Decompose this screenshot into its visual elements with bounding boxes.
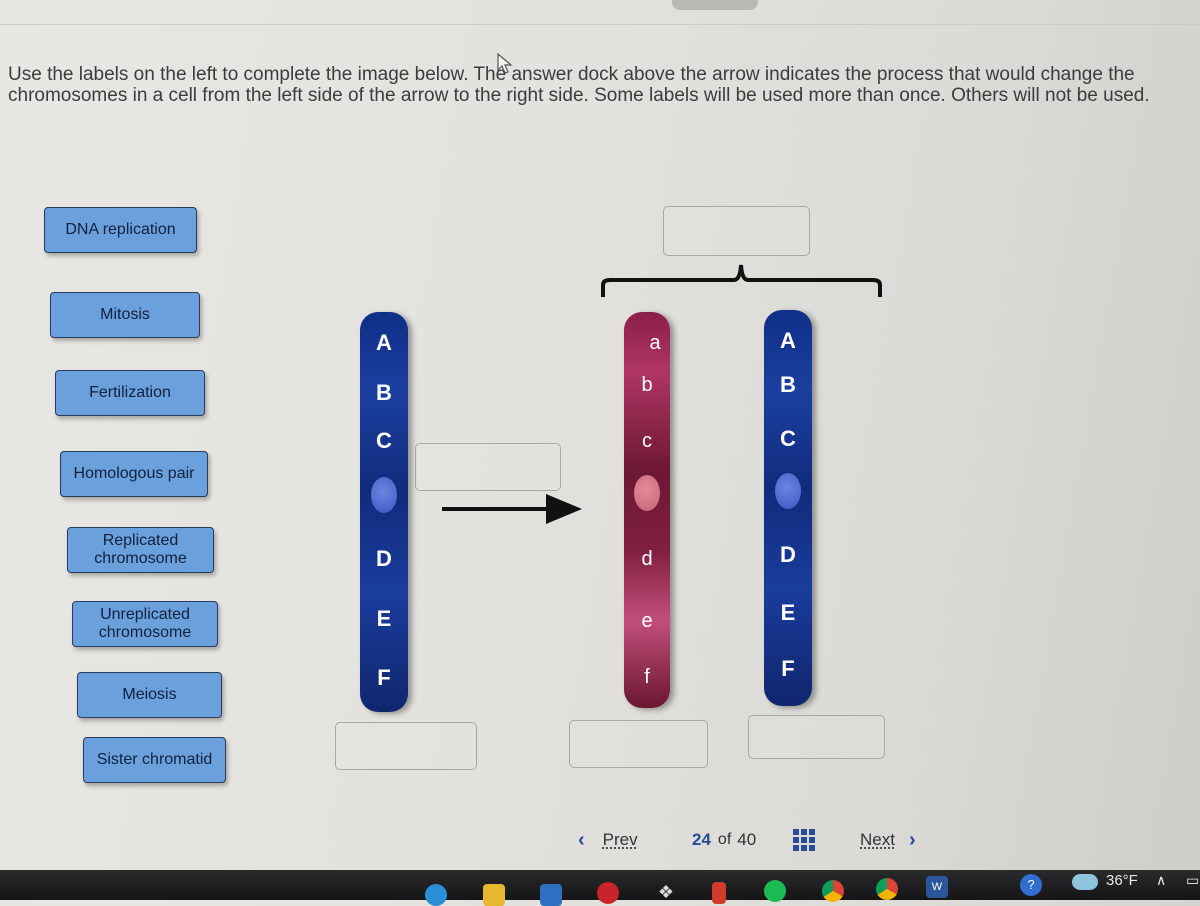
gene-label: A: [376, 330, 392, 355]
chevron-left-icon: ‹: [578, 828, 585, 851]
label-dna-replication[interactable]: DNA replication: [44, 207, 197, 253]
page-indicator: 24 of 40: [692, 822, 756, 858]
gene-label: C: [780, 426, 796, 451]
label-text: Fertilization: [89, 384, 171, 401]
answer-dock-left-chromosome[interactable]: [335, 722, 477, 770]
prev-button[interactable]: ‹ Prev: [578, 822, 638, 858]
label-fertilization[interactable]: Fertilization: [55, 370, 205, 416]
spotify-icon[interactable]: [764, 880, 786, 902]
office-icon[interactable]: [712, 882, 726, 904]
chromosome-middle: a b c d e f: [624, 312, 670, 708]
current-page: 24: [692, 830, 711, 849]
label-replicated-chromosome[interactable]: Replicated chromosome: [67, 527, 214, 573]
next-link[interactable]: Next: [860, 830, 895, 850]
gene-label: E: [780, 600, 796, 625]
label-text: Unreplicated chromosome: [98, 606, 192, 641]
answer-dock-process[interactable]: [415, 443, 561, 491]
total-pages: 40: [737, 830, 757, 849]
answer-dock-right-chromosome[interactable]: [748, 715, 885, 759]
tray-device-icon[interactable]: ▭: [1186, 872, 1199, 889]
chrome-profile-icon[interactable]: [876, 878, 898, 900]
answer-dock-middle-chromosome[interactable]: [569, 720, 708, 768]
gene-label: A: [780, 328, 796, 353]
gene-label: C: [376, 428, 392, 453]
chromosome-left: A B C D E F: [360, 312, 408, 712]
answer-dock-bracket[interactable]: [663, 206, 810, 256]
divider: [0, 24, 1200, 25]
centromere: [775, 473, 801, 509]
gene-label: a: [649, 332, 661, 354]
arrow-right-icon: [546, 494, 582, 524]
label-text: Replicated chromosome: [94, 532, 187, 567]
gene-label: c: [642, 430, 652, 452]
arrow-shaft: [442, 507, 550, 511]
prev-link[interactable]: Prev: [603, 830, 638, 850]
tray-chevron-up-icon[interactable]: ∧: [1156, 872, 1166, 889]
label-homologous-pair[interactable]: Homologous pair: [60, 451, 208, 497]
label-mitosis[interactable]: Mitosis: [50, 292, 200, 338]
gene-label: B: [780, 372, 796, 397]
gene-label: D: [376, 546, 392, 571]
gene-label: e: [641, 610, 653, 632]
of-label: of: [717, 831, 732, 848]
gene-label: F: [377, 665, 391, 690]
gene-label: D: [780, 542, 796, 567]
label-text: DNA replication: [65, 221, 176, 238]
browser-top-tab: [672, 0, 758, 10]
file-explorer-icon[interactable]: [483, 884, 505, 906]
chrome-icon[interactable]: [822, 880, 844, 902]
label-sister-chromatid[interactable]: Sister chromatid: [83, 737, 226, 783]
label-text: Homologous pair: [73, 465, 195, 482]
mail-icon[interactable]: [540, 884, 562, 906]
word-icon[interactable]: W: [926, 876, 948, 898]
label-meiosis[interactable]: Meiosis: [77, 672, 222, 718]
next-button[interactable]: Next ›: [860, 822, 916, 858]
dropbox-icon[interactable]: ❖: [655, 882, 677, 904]
bracket-icon: [601, 264, 882, 297]
chevron-right-icon: ›: [908, 828, 916, 851]
label-text: Sister chromatid: [96, 751, 213, 768]
weather-temperature[interactable]: 36°F: [1106, 872, 1138, 889]
gene-label: E: [376, 606, 392, 631]
gene-label: B: [376, 380, 392, 405]
app-red-icon[interactable]: [597, 882, 619, 904]
label-text: Mitosis: [100, 306, 150, 323]
instructions-text: Use the labels on the left to complete t…: [8, 64, 1150, 106]
label-unreplicated-chromosome[interactable]: Unreplicated chromosome: [72, 601, 218, 647]
edge-icon[interactable]: [425, 884, 447, 906]
centromere: [371, 477, 397, 513]
gene-label: F: [781, 656, 795, 681]
gene-label: b: [641, 374, 653, 396]
label-text: Meiosis: [122, 686, 177, 703]
centromere: [634, 475, 660, 511]
grid-icon[interactable]: [792, 828, 816, 852]
weather-cloud-icon[interactable]: [1072, 874, 1098, 890]
chromosome-right: A B C D E F: [764, 310, 812, 706]
gene-label: d: [641, 548, 653, 570]
gene-label: f: [644, 666, 650, 688]
help-icon[interactable]: ?: [1020, 874, 1042, 896]
